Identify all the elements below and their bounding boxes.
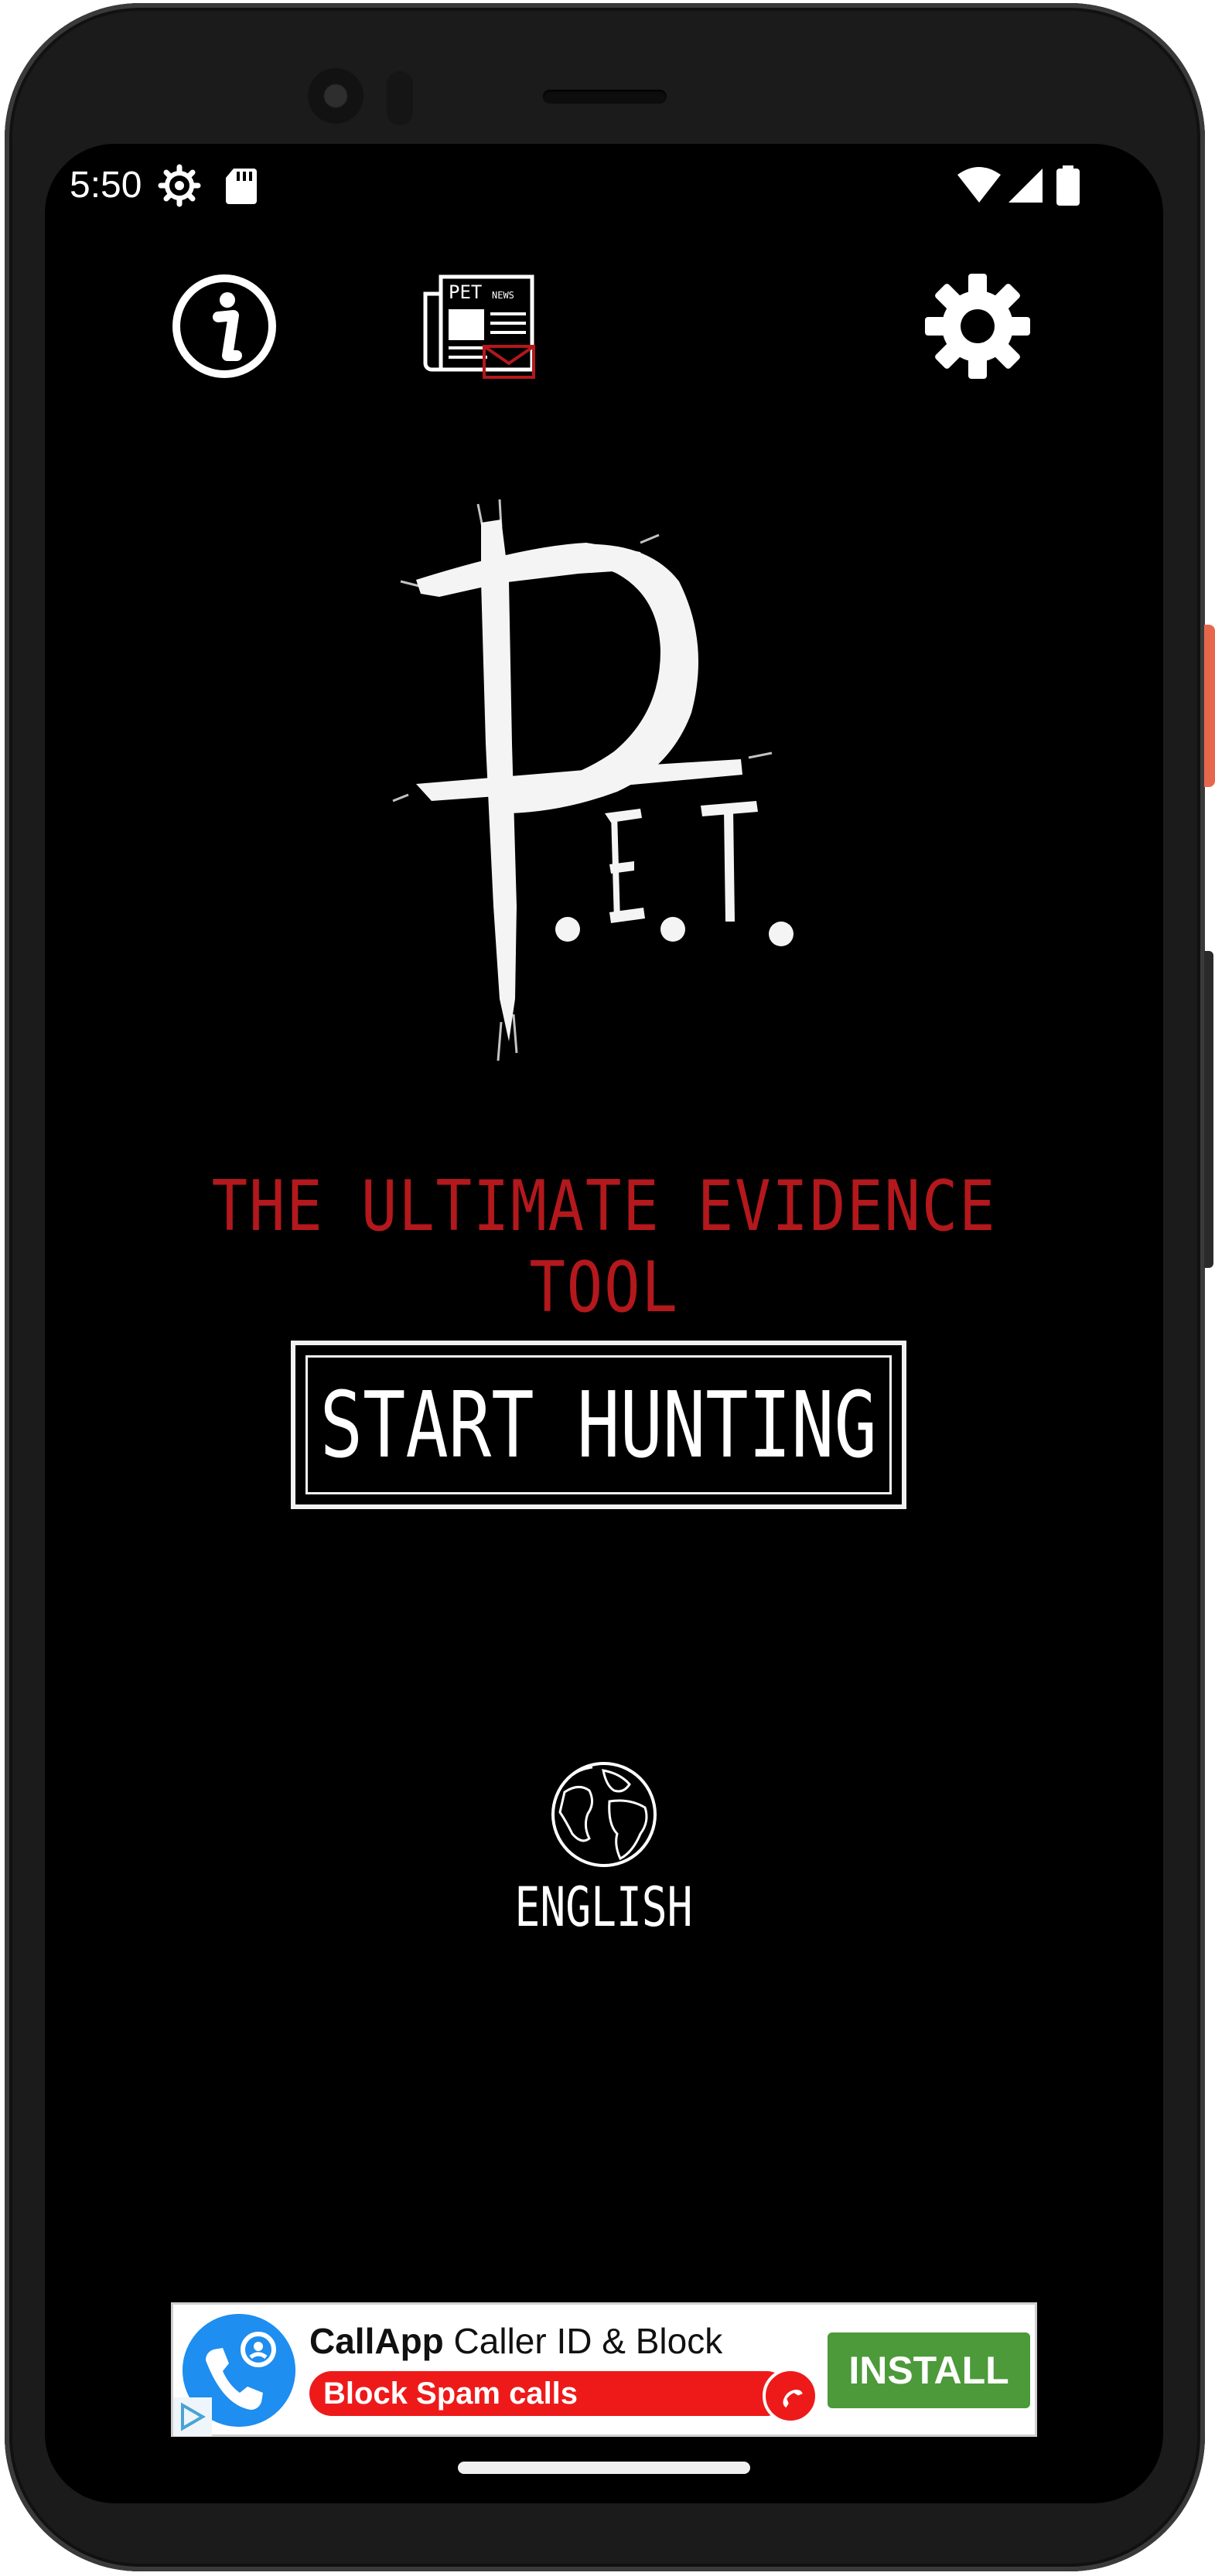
status-bar: 5:50 [45,144,1163,229]
settings-gear-icon [158,164,201,207]
globe-icon[interactable] [549,1760,659,1869]
volume-button [1204,951,1213,1268]
language-selector[interactable]: ENGLISH [45,1876,1163,1939]
ad-app-name: CallApp [309,2321,444,2361]
tagline: THE ULTIMATE EVIDENCE TOOL [211,1166,997,1328]
settings-icon[interactable] [923,272,1032,380]
front-camera [308,68,363,124]
app-screen: 5:50 PET NEWS THE ULTIMATE EVIDENCE TOOL… [45,144,1163,2503]
cell-signal-icon [1009,169,1043,203]
ad-banner[interactable]: CallApp Caller ID & Block Block Spam cal… [171,2302,1037,2437]
news-icon-title: PET [449,281,482,303]
phone-hangup-icon [763,2368,818,2424]
ad-subtitle: Block Spam calls [309,2371,789,2416]
start-hunting-label: START HUNTING [319,1371,878,1478]
ad-title-rest: Caller ID & Block [443,2321,723,2361]
info-icon[interactable] [170,272,278,380]
power-button [1204,625,1215,787]
proximity-sensor [387,71,413,125]
ad-choices-icon[interactable] [173,2397,212,2436]
home-indicator[interactable] [458,2462,750,2474]
ad-install-button[interactable]: INSTALL [828,2332,1030,2408]
newspaper-icon[interactable]: PET NEWS [418,271,541,379]
language-label: ENGLISH [514,1876,694,1939]
sd-card-icon [226,169,257,204]
phone-device: 5:50 PET NEWS THE ULTIMATE EVIDENCE TOOL… [0,0,1215,2576]
start-hunting-button[interactable]: START HUNTING [291,1341,906,1509]
status-time: 5:50 [70,165,142,206]
wifi-icon [957,167,1001,203]
pet-logo [392,499,794,1061]
battery-icon [1056,165,1080,206]
news-icon-subtitle: NEWS [492,290,514,301]
ad-title: CallApp Caller ID & Block [309,2320,722,2362]
earpiece-speaker [543,90,667,104]
